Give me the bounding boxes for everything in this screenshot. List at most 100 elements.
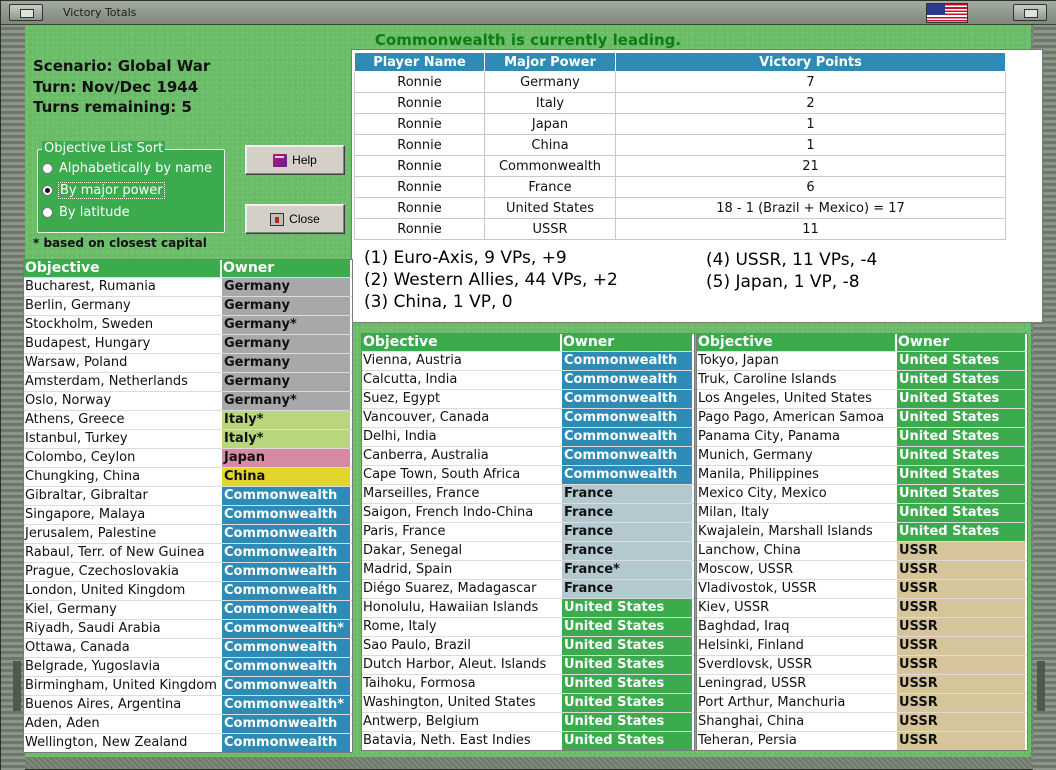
objective-row[interactable]: Sao Paulo, Brazil United States <box>362 636 694 655</box>
objective-list-left[interactable]: Objective Owner Bucharest, Rumania Germany B… <box>23 259 353 753</box>
owner-cell: Commonwealth <box>560 447 692 465</box>
objective-row[interactable]: Warsaw, Poland Germany <box>24 353 352 372</box>
objective-row[interactable]: Dutch Harbor, Aleut. Islands United State… <box>362 655 694 674</box>
objective-name: Truk, Caroline Islands <box>698 372 837 387</box>
objective-row[interactable]: Wellington, New Zealand Commonwealth <box>24 733 352 752</box>
owner-column-header[interactable]: Owner <box>560 334 692 351</box>
victory-points-cell: 6 <box>615 176 1006 198</box>
objective-row[interactable]: Athens, Greece Italy* <box>24 410 352 429</box>
owner-cell: Commonwealth <box>560 390 692 408</box>
player-name-cell: Ronnie <box>354 197 485 219</box>
objective-row[interactable]: Budapest, Hungary Germany <box>24 334 352 353</box>
objective-row[interactable]: Vancouver, Canada Commonwealth <box>362 408 694 427</box>
objective-row[interactable]: Kiel, Germany Commonwealth <box>24 600 352 619</box>
objective-row[interactable]: Port Arthur, Manchuria USSR <box>697 693 1027 712</box>
owner-cell: USSR <box>895 732 1025 750</box>
objective-row[interactable]: Paris, France France <box>362 522 694 541</box>
objective-row[interactable]: Birmingham, United Kingdom Commonwealth <box>24 676 352 695</box>
objective-row[interactable]: Kwajalein, Marshall Islands United States <box>697 522 1027 541</box>
objective-row[interactable]: Rome, Italy United States <box>362 617 694 636</box>
sort-option[interactable]: By latitude <box>42 202 130 222</box>
objective-row[interactable]: Honolulu, Hawaiian Islands United States <box>362 598 694 617</box>
objective-row[interactable]: Cape Town, South Africa Commonwealth <box>362 465 694 484</box>
objective-row[interactable]: Antwerp, Belgium United States <box>362 712 694 731</box>
objective-row[interactable]: Calcutta, India Commonwealth <box>362 370 694 389</box>
objective-row[interactable]: Buenos Aires, Argentina Commonwealth* <box>24 695 352 714</box>
owner-cell: United States <box>895 485 1025 503</box>
objective-name: Baghdad, Iraq <box>698 619 790 634</box>
objective-column-header[interactable]: Objective <box>362 334 560 351</box>
objective-row[interactable]: Vladivostok, USSR USSR <box>697 579 1027 598</box>
objective-row[interactable]: Manila, Philippines United States <box>697 465 1027 484</box>
objective-row[interactable]: Pago Pago, American Samoa United States <box>697 408 1027 427</box>
objective-row[interactable]: Leningrad, USSR USSR <box>697 674 1027 693</box>
objective-row[interactable]: Madrid, Spain France* <box>362 560 694 579</box>
objective-row[interactable]: Baghdad, Iraq USSR <box>697 617 1027 636</box>
objective-row[interactable]: Teheran, Persia USSR <box>697 731 1027 750</box>
window-menu-button[interactable] <box>9 4 43 21</box>
radio-button[interactable] <box>42 184 53 196</box>
objective-column-header[interactable]: Objective <box>24 260 220 277</box>
objective-row[interactable]: Chungking, China China <box>24 467 352 486</box>
radio-button[interactable] <box>42 206 53 218</box>
sort-option[interactable]: By major power <box>42 180 165 200</box>
objective-row[interactable]: Aden, Aden Commonwealth <box>24 714 352 733</box>
objective-row[interactable]: Riyadh, Saudi Arabia Commonwealth* <box>24 619 352 638</box>
owner-column-header[interactable]: Owner <box>895 334 1025 351</box>
objective-row[interactable]: Amsterdam, Netherlands Germany <box>24 372 352 391</box>
owner-cell: United States <box>895 371 1025 389</box>
frame-grip-right[interactable] <box>1037 661 1045 711</box>
objective-row[interactable]: Saigon, French Indo-China France <box>362 503 694 522</box>
objective-row[interactable]: Delhi, India Commonwealth <box>362 427 694 446</box>
objective-row[interactable]: Mexico City, Mexico United States <box>697 484 1027 503</box>
objective-row[interactable]: Prague, Czechoslovakia Commonwealth <box>24 562 352 581</box>
player-name-cell: Ronnie <box>354 92 485 114</box>
minimize-button[interactable] <box>1013 4 1047 21</box>
objective-row[interactable]: Ottawa, Canada Commonwealth <box>24 638 352 657</box>
objective-row[interactable]: Suez, Egypt Commonwealth <box>362 389 694 408</box>
objective-row[interactable]: Truk, Caroline Islands United States <box>697 370 1027 389</box>
objective-row[interactable]: Istanbul, Turkey Italy* <box>24 429 352 448</box>
objective-row[interactable]: Shanghai, China USSR <box>697 712 1027 731</box>
objective-row[interactable]: Canberra, Australia Commonwealth <box>362 446 694 465</box>
objective-row[interactable]: Batavia, Neth. East Indies United States <box>362 731 694 750</box>
objective-row[interactable]: Jerusalem, Palestine Commonwealth <box>24 524 352 543</box>
objective-row[interactable]: Taihoku, Formosa United States <box>362 674 694 693</box>
owner-column-header[interactable]: Owner <box>220 260 350 277</box>
objective-column-header[interactable]: Objective <box>697 334 895 351</box>
objective-row[interactable]: Moscow, USSR USSR <box>697 560 1027 579</box>
close-button[interactable]: Close <box>245 204 345 234</box>
objective-row[interactable]: Marseilles, France France <box>362 484 694 503</box>
frame-grip-left[interactable] <box>13 661 21 711</box>
objective-row[interactable]: London, United Kingdom Commonwealth <box>24 581 352 600</box>
objective-row[interactable]: Rabaul, Terr. of New Guinea Commonwealth <box>24 543 352 562</box>
objective-row[interactable]: Lanchow, China USSR <box>697 541 1027 560</box>
objective-list-middle[interactable]: Objective Owner Vienna, Austria Commonwealt… <box>361 333 695 751</box>
objective-row[interactable]: Panama City, Panama United States <box>697 427 1027 446</box>
objective-row[interactable]: Los Angeles, United States United States <box>697 389 1027 408</box>
objective-row[interactable]: Singapore, Malaya Commonwealth <box>24 505 352 524</box>
objective-row[interactable]: Stockholm, Sweden Germany* <box>24 315 352 334</box>
objective-row[interactable]: Gibraltar, Gibraltar Commonwealth <box>24 486 352 505</box>
objective-row[interactable]: Milan, Italy United States <box>697 503 1027 522</box>
radio-button[interactable] <box>42 162 53 174</box>
objective-row[interactable]: Berlin, Germany Germany <box>24 296 352 315</box>
objective-list-right[interactable]: Objective Owner Tokyo, Japan United States T… <box>696 333 1028 751</box>
owner-cell: USSR <box>895 656 1025 674</box>
objective-row[interactable]: Kiev, USSR USSR <box>697 598 1027 617</box>
objective-row[interactable]: Diégo Suarez, Madagascar France <box>362 579 694 598</box>
owner-cell: Commonwealth <box>220 715 350 733</box>
objective-row[interactable]: Sverdlovsk, USSR USSR <box>697 655 1027 674</box>
objective-row[interactable]: Oslo, Norway Germany* <box>24 391 352 410</box>
objective-row[interactable]: Helsinki, Finland USSR <box>697 636 1027 655</box>
objective-row[interactable]: Washington, United States United States <box>362 693 694 712</box>
help-button[interactable]: Help <box>245 145 345 175</box>
objective-row[interactable]: Belgrade, Yugoslavia Commonwealth <box>24 657 352 676</box>
objective-row[interactable]: Tokyo, Japan United States <box>697 351 1027 370</box>
sort-option[interactable]: Alphabetically by name <box>42 158 212 178</box>
objective-row[interactable]: Bucharest, Rumania Germany <box>24 277 352 296</box>
objective-row[interactable]: Vienna, Austria Commonwealth <box>362 351 694 370</box>
objective-row[interactable]: Colombo, Ceylon Japan <box>24 448 352 467</box>
objective-row[interactable]: Munich, Germany United States <box>697 446 1027 465</box>
objective-row[interactable]: Dakar, Senegal France <box>362 541 694 560</box>
